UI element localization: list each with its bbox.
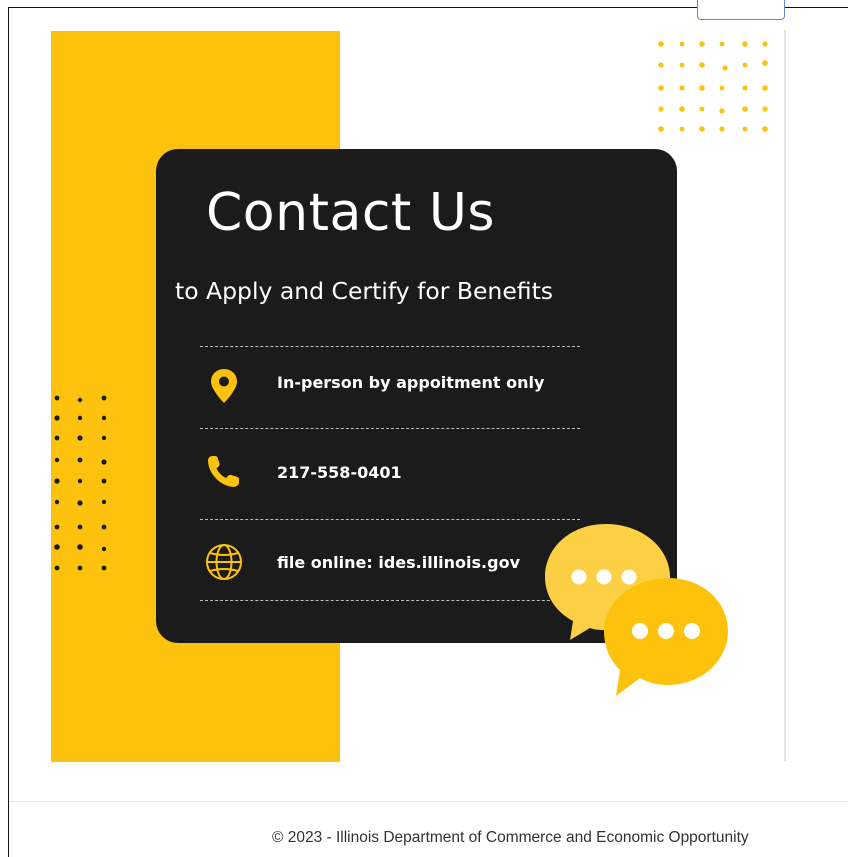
footer-divider [9,801,848,802]
card-title: Contact Us [206,183,495,243]
footer-copyright: © 2023 - Illinois Department of Commerce… [272,829,749,846]
chat-bubbles-icon [545,524,728,696]
contact-row-phone: 217-558-0401 [277,463,402,482]
separator [200,519,580,520]
yellow-dot-pattern [658,41,768,132]
phone-icon [208,456,239,487]
card-subtitle: to Apply and Certify for Benefits [175,277,554,305]
separator [200,346,580,347]
content-divider [784,30,786,761]
separator [200,428,580,429]
globe-icon [206,544,242,580]
separator [200,600,580,601]
contact-row-online: file online: ides.illinois.gov [277,553,520,572]
black-dot-pattern [54,395,107,571]
contact-row-in-person: In-person by appoitment only [277,373,545,392]
location-pin-icon [211,369,237,403]
top-button[interactable] [697,0,785,20]
